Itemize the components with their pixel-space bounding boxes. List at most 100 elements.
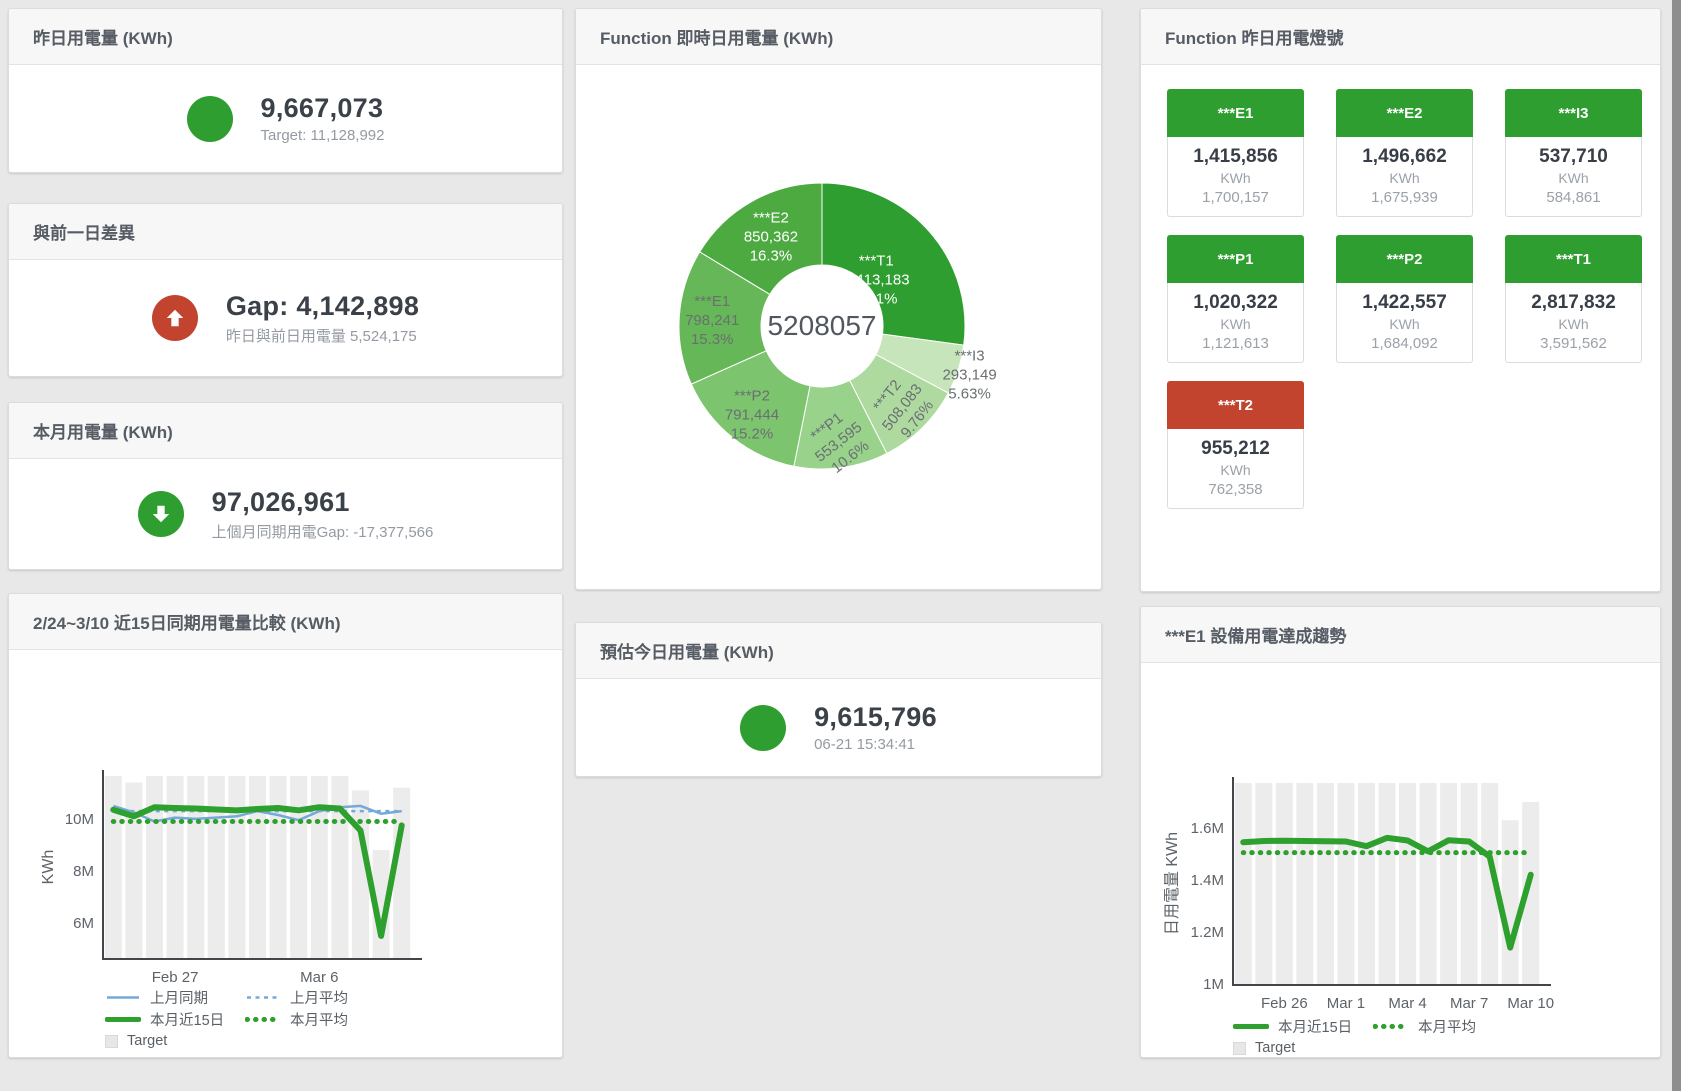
target-bar <box>1235 783 1252 984</box>
stat-content: Gap: 4,142,898 昨日與前日用電量 5,524,175 <box>9 260 562 376</box>
tile-header: ***P1 <box>1167 235 1304 283</box>
panel-title-trend[interactable]: ***E1 設備用電達成趨勢 <box>1141 607 1660 663</box>
tile-header: ***E2 <box>1336 89 1473 137</box>
panel-title-lights[interactable]: Function 昨日用電燈號 <box>1141 9 1660 65</box>
tile-target: 762,358 <box>1170 481 1301 498</box>
stat-value: 9,667,073 <box>261 93 385 124</box>
dashboard: 昨日用電量 (KWh) 9,667,073 Target: 11,128,992… <box>0 0 1681 1091</box>
target-bar <box>1296 783 1313 984</box>
y-axis-label: KWh <box>40 850 57 885</box>
tile-target: 1,675,939 <box>1339 189 1470 206</box>
legend-item[interactable]: 本月近15日 <box>1233 1016 1373 1037</box>
stat-value: 9,615,796 <box>814 702 937 733</box>
legend-label: Target <box>127 1033 167 1049</box>
tile-target: 3,591,562 <box>1508 335 1639 352</box>
panel-title-text: ***E1 設備用電達成趨勢 <box>1165 622 1346 647</box>
panel-title-text: 本月用電量 (KWh) <box>33 418 173 443</box>
legend-item[interactable]: 上月同期 <box>105 987 245 1008</box>
x-tick-label: Mar 10 <box>1507 995 1554 1012</box>
scrollbar[interactable] <box>1672 0 1681 1091</box>
tile-unit: KWh <box>1339 170 1470 186</box>
tile-value: 1,020,322 <box>1170 292 1301 314</box>
target-bar <box>270 776 287 958</box>
panel-title-day-diff[interactable]: 與前一日差異 <box>9 204 562 260</box>
legend-label: 上月同期 <box>150 987 208 1008</box>
legend-line-swatch <box>245 992 281 1003</box>
legend-item[interactable]: 本月平均 <box>1373 1016 1513 1037</box>
legend-label: 本月近15日 <box>1278 1016 1352 1037</box>
panel-lights: Function 昨日用電燈號 ***E11,415,856KWh1,700,1… <box>1140 8 1661 592</box>
stat-subtitle: 06-21 15:34:41 <box>814 736 937 753</box>
trend-chart-legend: 本月近15日本月平均Target <box>1233 1015 1513 1059</box>
target-bar <box>105 776 122 958</box>
legend-target-swatch <box>105 1035 118 1048</box>
tile-body: 1,020,322KWh1,121,613 <box>1167 283 1304 363</box>
target-bar <box>311 776 328 958</box>
status-tile-T1: ***T12,817,832KWh3,591,562 <box>1505 235 1642 363</box>
x-tick-label: Mar 6 <box>300 969 338 986</box>
panel-title-compare[interactable]: 2/24~3/10 近15日同期用電量比較 (KWh) <box>9 594 562 650</box>
tile-header: ***T2 <box>1167 381 1304 429</box>
y-tick-label: 6M <box>73 915 94 932</box>
compare-chart-legend: 上月同期 上月平均本月近15日本月平均 Target <box>105 986 385 1052</box>
tile-header: ***T1 <box>1505 235 1642 283</box>
legend-item[interactable]: 上月平均 <box>245 987 385 1008</box>
target-bar <box>187 776 204 958</box>
target-bar <box>290 776 307 958</box>
panel-title-realtime[interactable]: Function 即時日用電量 (KWh) <box>576 9 1101 65</box>
panel-title-text: 2/24~3/10 近15日同期用電量比較 (KWh) <box>33 609 341 634</box>
stat-content: 9,615,796 06-21 15:34:41 <box>576 679 1101 776</box>
panel-month-usage: 本月用電量 (KWh) 97,026,961 上個月同期用電Gap: -17,3… <box>8 402 563 570</box>
panel-estimate: 預估今日用電量 (KWh) 9,615,796 06-21 15:34:41 <box>575 622 1102 777</box>
legend-line-swatch <box>105 1014 141 1025</box>
legend-item[interactable]: Target <box>105 1033 245 1049</box>
tile-unit: KWh <box>1170 170 1301 186</box>
y-tick-label: 10M <box>65 811 94 828</box>
panel-title-text: 與前一日差異 <box>33 219 135 244</box>
status-circle-green-icon <box>187 96 233 142</box>
x-tick-label: Mar 1 <box>1327 995 1365 1012</box>
legend-item[interactable]: 本月平均 <box>245 1009 385 1030</box>
legend-target-swatch <box>1233 1042 1246 1055</box>
target-bar <box>125 783 142 959</box>
target-bar <box>208 776 225 958</box>
tile-value: 955,212 <box>1170 438 1301 460</box>
panel-day-diff: 與前一日差異 Gap: 4,142,898 昨日與前日用電量 5,524,175 <box>8 203 563 377</box>
arrow-down-circle-icon <box>138 491 184 537</box>
compare-line-chart[interactable]: 6M8M10MFeb 27Mar 6KWh <box>9 650 562 1000</box>
target-bar <box>1420 783 1437 984</box>
target-bar <box>1461 783 1478 984</box>
target-bar <box>1358 783 1375 984</box>
legend-item[interactable]: 本月近15日 <box>105 1009 245 1030</box>
realtime-donut-chart[interactable]: ***T11,413,18327.1%***I3293,1495.63%***T… <box>576 65 1101 587</box>
status-circle-green-icon <box>740 705 786 751</box>
tile-body: 955,212KWh762,358 <box>1167 429 1304 509</box>
target-bar <box>1276 783 1293 984</box>
legend-item[interactable]: Target <box>1233 1040 1373 1056</box>
panel-title-text: 昨日用電量 (KWh) <box>33 24 173 49</box>
legend-line-swatch <box>1233 1021 1269 1032</box>
legend-line-swatch <box>105 992 141 1003</box>
target-bar <box>1337 783 1354 984</box>
stat-content: 9,667,073 Target: 11,128,992 <box>9 65 562 172</box>
target-bar <box>1399 783 1416 984</box>
arrow-up-circle-icon <box>152 295 198 341</box>
panel-title-yesterday[interactable]: 昨日用電量 (KWh) <box>9 9 562 65</box>
x-tick-label: Mar 7 <box>1450 995 1488 1012</box>
panel-trend-chart: ***E1 設備用電達成趨勢 1M1.2M1.4M1.6MFeb 26Mar 1… <box>1140 606 1661 1058</box>
panel-title-estimate[interactable]: 預估今日用電量 (KWh) <box>576 623 1101 679</box>
panel-yesterday-usage: 昨日用電量 (KWh) 9,667,073 Target: 11,128,992 <box>8 8 563 173</box>
tile-value: 1,496,662 <box>1339 146 1470 168</box>
y-axis-label: 日用電量 KWh <box>1164 832 1181 935</box>
tile-value: 2,817,832 <box>1508 292 1639 314</box>
tile-target: 584,861 <box>1508 189 1639 206</box>
tile-body: 1,422,557KWh1,684,092 <box>1336 283 1473 363</box>
tile-unit: KWh <box>1170 316 1301 332</box>
y-tick-label: 8M <box>73 863 94 880</box>
y-tick-label: 1.2M <box>1191 924 1224 941</box>
arrow-down-icon <box>150 503 172 525</box>
stat-subtitle: 昨日與前日用電量 5,524,175 <box>226 325 419 346</box>
trend-line-chart[interactable]: 1M1.2M1.4M1.6MFeb 26Mar 1Mar 4Mar 7Mar 1… <box>1141 663 1660 1013</box>
panel-title-month[interactable]: 本月用電量 (KWh) <box>9 403 562 459</box>
tile-value: 1,422,557 <box>1339 292 1470 314</box>
